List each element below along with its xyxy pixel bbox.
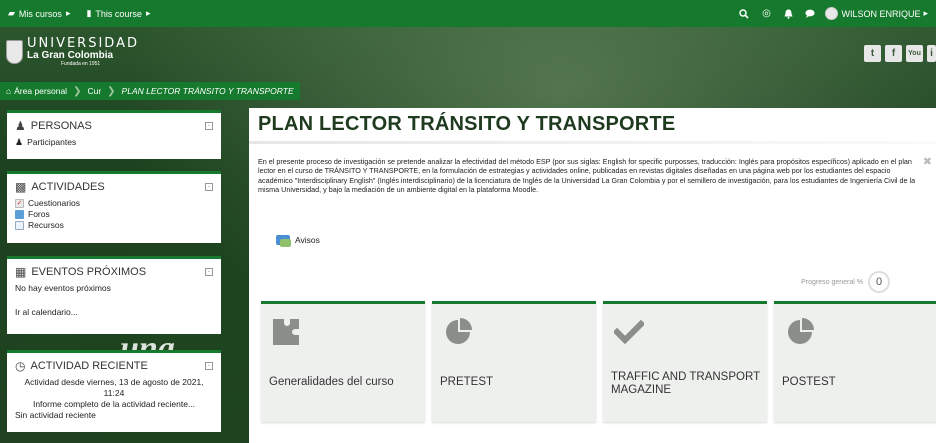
puzzle-icon (271, 316, 303, 348)
block-eventos: ▦ EVENTOS PRÓXIMOS - No hay eventos próx… (7, 256, 221, 334)
book-icon: ▮ (86, 8, 92, 18)
logo-line2: La Gran Colombia (27, 50, 114, 61)
block-header: ▦ EVENTOS PRÓXIMOS - (15, 265, 213, 279)
no-recent-activity-text: Sin actividad reciente (15, 410, 96, 420)
caret-right-icon: ▸ (923, 8, 928, 18)
block-actividades: ▩ ACTIVIDADES - ✓ Cuestionarios Foros Re… (7, 171, 221, 243)
sidebar-item-foros[interactable]: Foros (15, 209, 213, 220)
pie-chart-icon (784, 316, 816, 348)
instagram-icon[interactable]: i (927, 45, 936, 62)
youtube-icon[interactable]: You (906, 45, 923, 62)
twitter-icon[interactable]: t (864, 45, 881, 62)
this-course-label: This course (95, 8, 142, 19)
no-events-text: No hay eventos próximos (15, 283, 111, 293)
checkmark-icon (613, 316, 645, 348)
my-courses-label: Mis cursos (18, 8, 62, 19)
overall-progress: Progreso general % 0 (801, 271, 890, 293)
breadcrumb-course[interactable]: Cur (87, 86, 101, 96)
university-shield-icon (6, 40, 23, 64)
user-menu[interactable]: WILSON ENRIQUE ▸ (821, 0, 936, 27)
user-name: WILSON ENRIQUE (841, 8, 921, 19)
users-icon: ♟ (15, 119, 26, 133)
forum-icon (15, 210, 24, 219)
site-header: UNIVERSIDAD La Gran Colombia Fundada en … (0, 27, 936, 80)
block-header: ◷ ACTIVIDAD RECIENTE - (15, 359, 213, 373)
my-courses-menu[interactable]: ▰ Mis cursos ▸ (0, 0, 78, 27)
activity-since-time: 11:24 (103, 388, 125, 398)
logo-line3: Fundada en 1951 (61, 61, 101, 67)
sidebar-item-label: Recursos (28, 220, 64, 230)
facebook-icon[interactable]: f (885, 45, 902, 62)
main-content: PLAN LECTOR TRÁNSITO Y TRANSPORTE En el … (249, 108, 936, 443)
target-icon[interactable]: ◎ (755, 0, 777, 27)
block-title-eventos: EVENTOS PRÓXIMOS (31, 266, 147, 278)
sidebar-item-participantes[interactable]: ♟ Participantes (15, 137, 213, 148)
search-icon[interactable] (733, 0, 755, 27)
quiz-icon: ✓ (15, 199, 24, 208)
block-actividad-reciente: ◷ ACTIVIDAD RECIENTE - Actividad desde v… (7, 350, 221, 432)
collapse-icon[interactable]: - (205, 268, 213, 276)
course-tiles: Generalidades del curso PRETEST TRAFFIC … (261, 301, 936, 422)
puzzle-icon: ▩ (15, 180, 27, 194)
progress-label: Progreso general % (801, 278, 863, 286)
collapse-icon[interactable]: - (205, 122, 213, 130)
page-title: PLAN LECTOR TRÁNSITO Y TRANSPORTE (258, 113, 676, 135)
collapse-icon[interactable]: - (205, 362, 213, 370)
avisos-label: Avisos (295, 235, 320, 245)
clock-icon: ◷ (15, 359, 26, 373)
users-icon: ♟ (15, 137, 24, 147)
avatar (825, 7, 839, 20)
title-divider (249, 141, 936, 144)
collapse-icon[interactable]: - (205, 183, 213, 191)
course-summary: En el presente proceso de investigación … (258, 157, 916, 195)
block-title-personas: PERSONAS (30, 120, 92, 132)
pie-chart-icon (442, 316, 474, 348)
breadcrumb-current[interactable]: PLAN LECTOR TRÁNSITO Y TRANSPORTE (122, 86, 294, 96)
breadcrumb-separator-icon: ❯ (107, 85, 116, 97)
sidebar-item-cuestionarios[interactable]: ✓ Cuestionarios (15, 198, 213, 209)
tile-label: Generalidades del curso (269, 376, 394, 388)
activity-since-text: Actividad desde viernes, 13 de agosto de… (24, 377, 204, 387)
caret-right-icon: ▸ (145, 8, 151, 18)
social-links: t f You i (864, 45, 936, 62)
breadcrumb-separator-icon: ❯ (73, 85, 82, 97)
home-icon: ⌂ (6, 86, 12, 96)
calendar-link[interactable]: Ir al calendario... (15, 307, 213, 318)
sidebar-item-label: Foros (28, 209, 50, 219)
this-course-menu[interactable]: ▮ This course ▸ (78, 0, 158, 27)
graduation-cap-icon: ▰ (8, 8, 15, 18)
block-title-actividades: ACTIVIDADES (31, 181, 105, 193)
calendar-icon: ▦ (15, 265, 27, 279)
forum-icon (276, 235, 291, 247)
tile-traffic-magazine[interactable]: TRAFFIC AND TRANSPORT MAGAZINE (603, 301, 767, 422)
block-personas: ♟ PERSONAS - ♟ Participantes (7, 110, 221, 159)
tile-label: PRETEST (440, 376, 494, 388)
close-icon[interactable]: ✖ (923, 155, 932, 168)
sidebar-item-label: Participantes (27, 137, 77, 147)
avisos-forum-link[interactable]: Avisos (276, 235, 320, 247)
bell-icon[interactable] (777, 0, 799, 27)
caret-right-icon: ▸ (65, 8, 71, 18)
block-header: ♟ PERSONAS - (15, 119, 213, 133)
tile-pretest[interactable]: PRETEST (432, 301, 596, 422)
breadcrumb-home[interactable]: Área personal (14, 86, 67, 96)
sidebar-item-recursos[interactable]: Recursos (15, 220, 213, 231)
sidebar-item-label: Cuestionarios (28, 198, 80, 208)
tile-label: POSTEST (782, 376, 836, 388)
tile-generalidades[interactable]: Generalidades del curso (261, 301, 425, 422)
block-header: ▩ ACTIVIDADES - (15, 180, 213, 194)
university-logo[interactable]: UNIVERSIDAD La Gran Colombia Fundada en … (6, 37, 139, 67)
progress-value: 0 (868, 271, 890, 293)
resource-icon (15, 221, 24, 230)
tile-label: TRAFFIC AND TRANSPORT MAGAZINE (611, 371, 760, 396)
block-title-reciente: ACTIVIDAD RECIENTE (30, 360, 148, 372)
chat-icon[interactable] (799, 0, 821, 27)
breadcrumb: ⌂ Área personal ❯ Cur ❯ PLAN LECTOR TRÁN… (0, 82, 300, 100)
tile-postest[interactable]: POSTEST (774, 301, 936, 422)
logo-line1: UNIVERSIDAD (27, 36, 139, 51)
full-report-link[interactable]: Informe completo de la actividad recient… (15, 399, 213, 410)
top-navbar: ▰ Mis cursos ▸ ▮ This course ▸ ◎ WILSON … (0, 0, 936, 27)
